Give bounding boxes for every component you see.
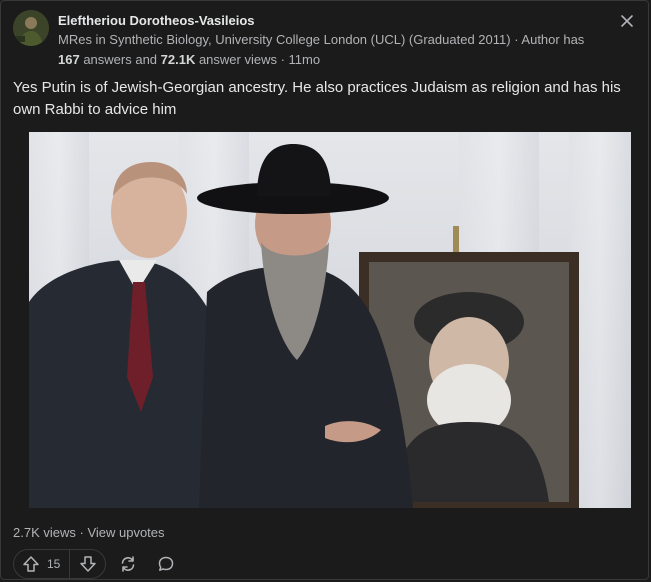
comment-button[interactable]: [150, 549, 182, 579]
avatar-photo: [13, 10, 49, 46]
views-suffix: answer views: [195, 52, 277, 67]
downvote-arrow-icon: [80, 556, 97, 572]
author-credential[interactable]: MRes in Synthetic Biology, University Co…: [58, 32, 511, 47]
separator: ·: [276, 52, 289, 67]
view-count: 2.7K views: [13, 525, 76, 540]
share-button[interactable]: [112, 549, 144, 579]
upvote-arrow-icon: [23, 556, 39, 572]
answer-text: Yes Putin is of Jewish-Georgian ancestry…: [13, 79, 621, 118]
answer-photo[interactable]: [29, 132, 631, 508]
close-button[interactable]: [617, 11, 637, 31]
author-credential-line: MRes in Synthetic Biology, University Co…: [58, 30, 608, 70]
upvote-count: 15: [47, 557, 61, 571]
view-upvotes-link[interactable]: View upvotes: [87, 525, 164, 540]
comment-icon: [159, 556, 174, 571]
upvote-button[interactable]: 15: [22, 550, 71, 578]
timestamp[interactable]: 11mo: [289, 52, 321, 67]
separator: ·: [510, 32, 522, 47]
answers-count: 167: [58, 52, 80, 67]
close-icon: [621, 15, 633, 27]
answer-header: Eleftheriou Dorotheos-Vasileios MRes in …: [13, 10, 608, 68]
author-avatar[interactable]: [13, 10, 49, 46]
share-icon: [122, 556, 135, 572]
photo-illustration: [29, 132, 631, 508]
answer-card: Eleftheriou Dorotheos-Vasileios MRes in …: [0, 0, 649, 580]
answer-views-count: 72.1K: [160, 52, 196, 67]
separator: ·: [75, 525, 88, 540]
answer-stats: 2.7K views · View upvotes: [13, 524, 165, 542]
downvote-button[interactable]: [70, 550, 97, 578]
action-bar: 15: [13, 548, 182, 580]
author-name[interactable]: Eleftheriou Dorotheos-Vasileios: [58, 12, 255, 30]
answers-suffix: answers and: [79, 52, 161, 67]
vote-control: 15: [13, 549, 107, 579]
answers-prefix: Author has: [521, 32, 585, 47]
